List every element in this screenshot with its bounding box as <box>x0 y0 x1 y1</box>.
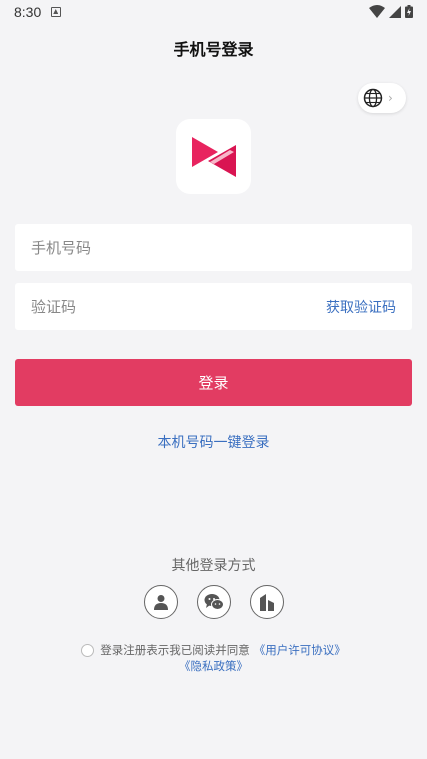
building-icon <box>259 594 274 611</box>
other-login-title: 其他登录方式 <box>171 558 256 574</box>
signal-icon <box>389 5 401 18</box>
agreement-line: 登录注册表示我已阅读并同意 《用户许可协议》 <box>0 642 427 658</box>
phone-placeholder: 手机号码 <box>31 239 92 257</box>
wechat-login-button[interactable] <box>196 585 231 619</box>
get-code-button[interactable]: 获取验证码 <box>326 297 396 317</box>
verification-code-field[interactable]: 验证码 获取验证码 <box>15 283 412 330</box>
person-icon <box>153 595 168 610</box>
agreement-checkbox[interactable] <box>81 643 95 657</box>
wechat-icon <box>204 594 224 610</box>
language-button[interactable]: › <box>358 83 406 113</box>
one-key-login-link[interactable]: 本机号码一键登录 <box>0 432 427 452</box>
agreement: 登录注册表示我已阅读并同意 《用户许可协议》 《隐私政策》 <box>0 642 427 674</box>
privacy-policy-link[interactable]: 《隐私政策》 <box>179 659 248 673</box>
user-license-link[interactable]: 《用户许可协议》 <box>254 642 346 658</box>
notification-icon <box>51 7 62 17</box>
status-bar: 8:30 <box>0 0 427 24</box>
battery-icon <box>405 5 413 18</box>
account-login-button[interactable] <box>143 585 178 619</box>
other-login-button[interactable] <box>249 585 284 619</box>
wifi-icon <box>369 5 385 18</box>
app-logo <box>176 119 251 194</box>
phone-field[interactable]: 手机号码 <box>15 224 412 271</box>
chevron-right-icon: › <box>388 91 393 105</box>
app-logo-icon <box>191 136 236 177</box>
agreement-text: 登录注册表示我已阅读并同意 <box>100 643 250 657</box>
social-login-row <box>0 585 427 619</box>
code-placeholder: 验证码 <box>31 298 77 316</box>
page-title: 手机号登录 <box>173 40 254 59</box>
status-time: 8:30 <box>14 4 42 20</box>
login-button[interactable]: 登录 <box>15 359 412 406</box>
status-icons <box>369 5 413 18</box>
globe-icon <box>363 88 383 108</box>
